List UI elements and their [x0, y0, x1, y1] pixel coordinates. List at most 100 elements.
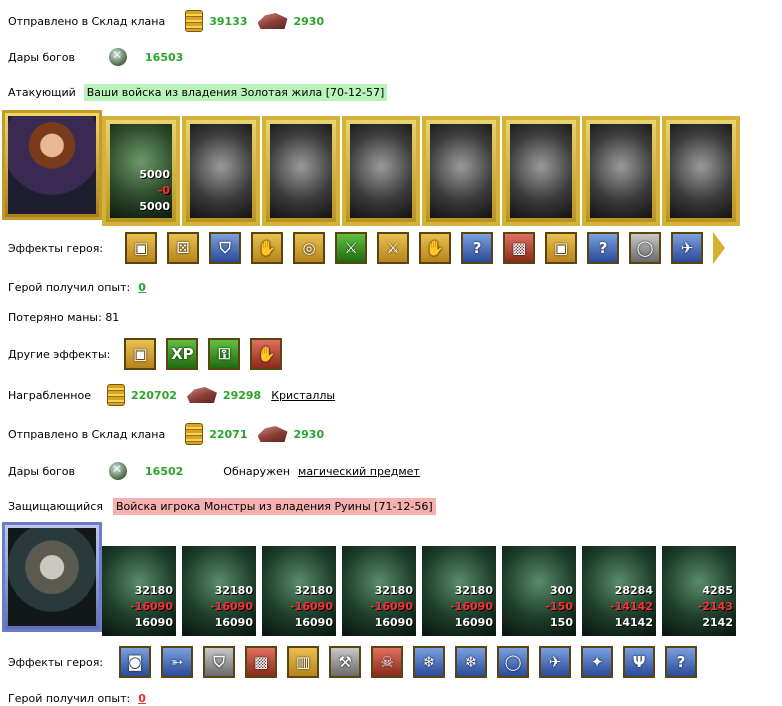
ring-icon[interactable]: ◯ — [629, 232, 662, 264]
totem-icon[interactable]: ▥ — [287, 646, 320, 678]
loot-label: Награбленное — [8, 388, 91, 402]
gold-value: 22071 — [209, 427, 248, 441]
defender-effects-icons: ◙ ➳ ⛉ ▩ ▥ ⚒ ☠ ❄ ❄ ◯ ✈ ✦ Ψ? — [119, 646, 707, 678]
army-slot-empty[interactable] — [502, 116, 580, 226]
magic-item-link[interactable]: магический предмет — [298, 465, 420, 478]
gifts-label: Дары богов — [8, 50, 76, 64]
hammer-icon[interactable]: ⚒ — [329, 646, 362, 678]
army-slot[interactable]: 28284 -14142 14142 — [582, 546, 656, 636]
arrows-icon[interactable]: ➳ — [161, 646, 194, 678]
hero-exp-label: Герой получил опыт: — [8, 281, 131, 294]
unit-count-remaining: 2142 — [702, 616, 733, 629]
clan-storage-row-2: Отправлено в Склад клана 22071 2930 — [8, 423, 324, 445]
hero-exp-value[interactable]: 0 — [138, 281, 146, 294]
magic-hand-icon[interactable]: ✋ — [419, 232, 452, 264]
gold-icon — [106, 384, 125, 406]
attacker-effects-row: Эффекты героя: ▣ ⚄ ⛉ ✋ ◎ ⚔ ⚔ ✋? ▩ ▣? ◯ ✈ — [8, 232, 726, 264]
armor-icon[interactable]: ▩ — [503, 232, 536, 264]
army-slot[interactable]: 32180 -16090 16090 — [102, 546, 176, 636]
found-label: Обнаружен — [223, 464, 291, 478]
defender-effects-row: Эффекты героя: ◙ ➳ ⛉ ▩ ▥ ⚒ ☠ ❄ ❄ ◯ ✈ ✦ Ψ? — [8, 646, 707, 678]
unit-count-total: 32180 — [294, 584, 333, 597]
question-icon[interactable]: ? — [665, 646, 698, 678]
wand-icon[interactable]: ✦ — [581, 646, 614, 678]
frost-ring-icon[interactable]: ◯ — [497, 646, 530, 678]
clan-storage-label: Отправлено в Склад клана — [8, 14, 166, 28]
effects-label: Эффекты героя: — [8, 241, 104, 255]
army-slot-empty[interactable] — [262, 116, 340, 226]
gold-chest-icon[interactable]: ▣ — [124, 338, 157, 370]
xp-icon[interactable]: XP — [166, 338, 199, 370]
crossbow-icon[interactable]: ✈ — [539, 646, 572, 678]
defender-exp-row: Герой получил опыт: 0 — [8, 692, 146, 705]
sword-shield-icon[interactable]: ⚔ — [377, 232, 410, 264]
ore-icon — [186, 387, 217, 403]
army-slot-empty[interactable] — [182, 116, 260, 226]
army-slot-active[interactable]: 5000 -0 5000 — [102, 116, 180, 226]
claw-icon[interactable]: ✋ — [250, 338, 283, 370]
unit-count-remaining: 150 — [550, 616, 573, 629]
puzzle-icon[interactable]: ⚿ — [208, 338, 241, 370]
army-slot[interactable]: 32180 -16090 16090 — [262, 546, 336, 636]
other-effects-icons: ▣ XP ⚿ ✋ — [124, 338, 292, 370]
attacker-hero-portrait[interactable] — [2, 110, 102, 220]
dice-icon[interactable]: ⚄ — [167, 232, 200, 264]
unit-count-total: 28284 — [614, 584, 653, 597]
gifts-row: Дары богов 16503 — [8, 48, 183, 66]
unit-count-total: 300 — [550, 584, 573, 597]
unit-image — [590, 124, 652, 218]
hand-shield-icon[interactable]: ✋ — [251, 232, 284, 264]
clan-storage-label: Отправлено в Склад клана — [8, 427, 166, 441]
army-slot[interactable]: 32180 -16090 16090 — [182, 546, 256, 636]
clan-storage-row: Отправлено в Склад клана 39133 2930 — [8, 10, 324, 32]
other-effects-row: Другие эффекты: ▣ XP ⚿ ✋ — [8, 338, 292, 370]
shield-icon[interactable]: ⛉ — [203, 646, 236, 678]
army-slot[interactable]: 32180 -16090 16090 — [342, 546, 416, 636]
arrow-next-icon[interactable] — [713, 232, 726, 264]
trident-icon[interactable]: Ψ — [623, 646, 656, 678]
unit-count-total: 4285 — [702, 584, 733, 597]
hero-exp-value[interactable]: 0 — [138, 692, 146, 705]
unit-count-lost: -14142 — [610, 600, 653, 613]
unit-count-remaining: 16090 — [374, 616, 413, 629]
sword-icon[interactable]: ⚔ — [335, 232, 368, 264]
army-slot-empty[interactable] — [662, 116, 740, 226]
army-slot[interactable]: 300 -150 150 — [502, 546, 576, 636]
army-slot-empty[interactable] — [422, 116, 500, 226]
question-icon[interactable]: ? — [587, 232, 620, 264]
defender-hero-portrait[interactable] — [2, 522, 102, 632]
unit-count-remaining: 16090 — [294, 616, 333, 629]
chest-icon[interactable]: ▣ — [125, 232, 158, 264]
shield-icon[interactable]: ⛉ — [209, 232, 242, 264]
army-slot[interactable]: 4285 -2143 2142 — [662, 546, 736, 636]
chest-icon[interactable]: ▣ — [545, 232, 578, 264]
question-icon[interactable]: ? — [461, 232, 494, 264]
unit-count-total: 5000 — [139, 168, 170, 181]
army-slot-empty[interactable] — [342, 116, 420, 226]
crystals-link[interactable]: Кристаллы — [271, 389, 335, 402]
ore-value: 2930 — [293, 14, 325, 28]
attacker-row: Атакующий Ваши войска из владения Золота… — [8, 84, 388, 101]
defender-row: Защищающийся Войска игрока Монстры из вл… — [8, 498, 436, 515]
army-slot[interactable]: 32180 -16090 16090 — [422, 546, 496, 636]
unit-count-lost: -0 — [157, 184, 170, 197]
unit-count-lost: -16090 — [130, 600, 173, 613]
ore-icon — [257, 426, 288, 442]
helmet-icon[interactable]: ◙ — [119, 646, 152, 678]
army-slot-empty[interactable] — [582, 116, 660, 226]
loot-row: Награбленное 220702 29298 Кристаллы — [8, 384, 335, 406]
unit-image — [510, 124, 572, 218]
loot-gold: 220702 — [130, 388, 177, 402]
unit-image — [350, 124, 412, 218]
ice-icon[interactable]: ❄ — [413, 646, 446, 678]
unit-count-total: 32180 — [134, 584, 173, 597]
gifts-value: 16503 — [145, 50, 184, 64]
coins-icon[interactable]: ◎ — [293, 232, 326, 264]
skull-icon[interactable]: ☠ — [371, 646, 404, 678]
unit-count-total: 32180 — [454, 584, 493, 597]
unit-image — [430, 124, 492, 218]
loot-ore: 29298 — [222, 388, 262, 402]
armor-icon[interactable]: ▩ — [245, 646, 278, 678]
crossbow-icon[interactable]: ✈ — [671, 232, 704, 264]
frost-armor-icon[interactable]: ❄ — [455, 646, 488, 678]
